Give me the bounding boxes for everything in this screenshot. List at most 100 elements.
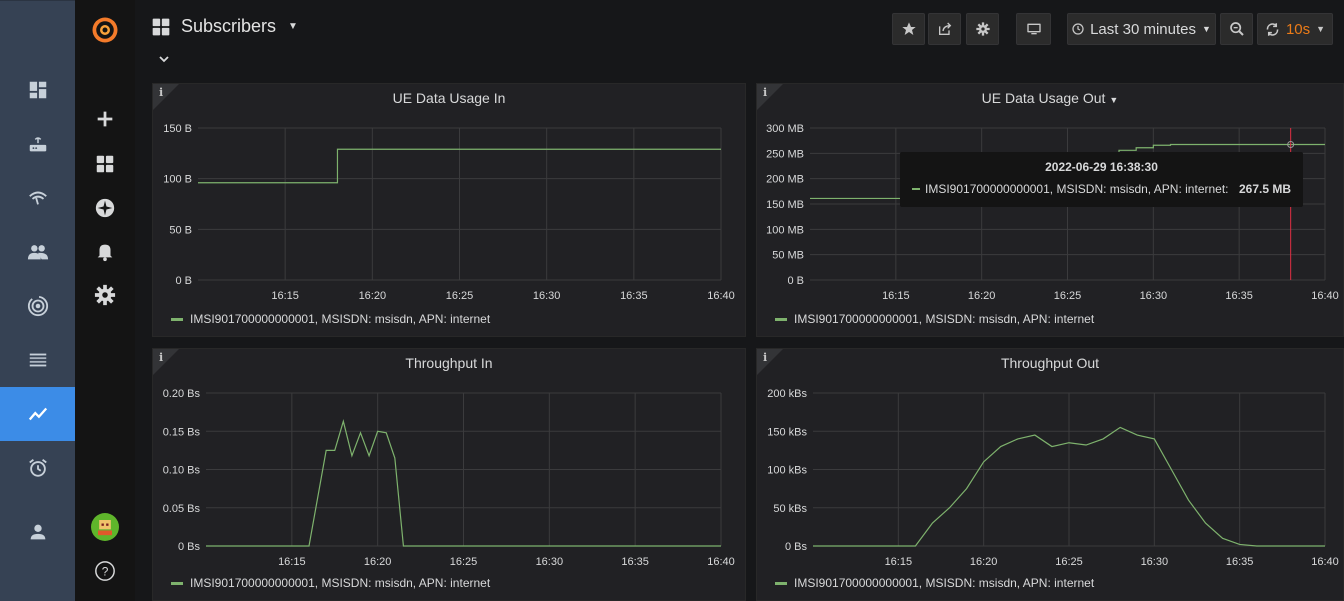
y-tick-label: 200 MB <box>766 174 804 186</box>
legend-swatch <box>775 317 787 321</box>
x-tick-label: 16:15 <box>271 290 299 302</box>
x-tick-label: 16:15 <box>885 556 913 568</box>
bell-icon[interactable] <box>75 231 135 271</box>
metrics-icon[interactable] <box>0 387 75 441</box>
legend-swatch <box>171 317 183 321</box>
panel-throughput-out: i Throughput Out 0 Bs 50 kBs 100 kBs 150 kB… <box>756 348 1344 601</box>
grafana-logo-icon[interactable] <box>75 10 135 50</box>
compass-icon[interactable] <box>75 188 135 228</box>
gear-icon[interactable] <box>75 275 135 315</box>
y-tick-label: 50 B <box>169 224 192 236</box>
refresh-button[interactable]: 10s ▼ <box>1257 13 1333 45</box>
legend-label: IMSI901700000000001, MSISDN: msisdn, APN… <box>190 576 491 590</box>
chart-ue-data-usage-in: 0 B 50 B 100 B 150 B 16:15 16:20 16:25 16:30 16:… <box>163 123 735 302</box>
grafana-sidemenu: ? <box>75 0 135 601</box>
time-range-label: Last 30 minutes <box>1090 20 1196 38</box>
y-tick-label: 150 B <box>163 123 192 135</box>
antenna-icon[interactable] <box>0 279 75 333</box>
tooltip-time: 2022-06-29 16:38:30 <box>1045 160 1158 174</box>
y-tick-label: 300 MB <box>766 123 804 135</box>
tooltip-series: IMSI901700000000001, MSISDN: msisdn, APN… <box>925 182 1229 196</box>
chart-ue-data-usage-out: 0 B 50 MB 100 MB 150 MB 200 MB 250 MB 300 MB 16… <box>766 123 1339 302</box>
y-tick-label: 100 kBs <box>767 465 807 477</box>
app-sidebar <box>0 0 75 601</box>
alarm-icon[interactable] <box>0 441 75 495</box>
chart-throughput-in: 0 Bs 0.05 Bs 0.10 Bs 0.15 Bs 0.20 Bs 16:15 16:… <box>163 388 735 568</box>
legend-item[interactable]: IMSI901700000000001, MSISDN: msisdn, APN… <box>171 312 490 326</box>
monitor-icon <box>1026 23 1041 35</box>
dashboard-title-picker[interactable]: Subscribers ▼ <box>151 16 298 37</box>
x-tick-label: 16:35 <box>1225 290 1253 302</box>
y-tick-label: 0.10 Bs <box>163 465 201 477</box>
x-tick-label: 16:35 <box>1226 556 1254 568</box>
legend-swatch <box>171 581 183 585</box>
person-icon[interactable] <box>0 505 75 559</box>
legend-item[interactable]: IMSI901700000000001, MSISDN: msisdn, APN… <box>775 576 1094 590</box>
clock-icon <box>1072 23 1084 35</box>
y-tick-label: 0.05 Bs <box>163 503 201 515</box>
tv-mode-button[interactable] <box>1016 13 1051 45</box>
panel-throughput-in: i Throughput In 0 Bs 0.05 Bs 0.10 Bs 0.15 B… <box>152 348 746 601</box>
y-tick-label: 0 Bs <box>178 541 201 553</box>
y-tick-label: 0 Bs <box>785 541 808 553</box>
y-tick-label: 50 kBs <box>773 503 807 515</box>
legend-label: IMSI901700000000001, MSISDN: msisdn, APN… <box>794 576 1095 590</box>
legend-label: IMSI901700000000001, MSISDN: msisdn, APN… <box>190 312 491 326</box>
x-tick-label: 16:20 <box>968 290 996 302</box>
legend-label: IMSI901700000000001, MSISDN: msisdn, APN… <box>794 312 1095 326</box>
y-tick-label: 50 MB <box>772 250 804 262</box>
help-icon[interactable]: ? <box>75 551 135 591</box>
page-title: Subscribers <box>181 16 277 36</box>
wifi-icon[interactable] <box>0 171 75 225</box>
tooltip-value: 267.5 MB <box>1238 182 1291 196</box>
y-tick-label: 150 kBs <box>767 426 807 438</box>
y-tick-label: 0.15 Bs <box>163 426 201 438</box>
x-tick-label: 16:20 <box>364 556 392 568</box>
y-tick-label: 250 MB <box>766 148 804 160</box>
x-tick-label: 16:40 <box>707 290 735 302</box>
y-tick-label: 200 kBs <box>767 388 807 400</box>
router-icon[interactable] <box>0 117 75 171</box>
legend-item[interactable]: IMSI901700000000001, MSISDN: msisdn, APN… <box>171 576 490 590</box>
legend-item[interactable]: IMSI901700000000001, MSISDN: msisdn, APN… <box>775 312 1094 326</box>
x-tick-label: 16:20 <box>359 290 387 302</box>
x-tick-label: 16:40 <box>1311 556 1339 568</box>
x-tick-label: 16:15 <box>882 290 910 302</box>
refresh-interval-label: 10s <box>1285 20 1311 38</box>
gear-icon <box>975 22 990 36</box>
dashboard-icon[interactable] <box>0 63 75 117</box>
caret-down-icon: ▼ <box>288 21 298 32</box>
svg-text:?: ? <box>102 565 109 579</box>
x-tick-label: 16:25 <box>446 290 474 302</box>
dashboards-icon[interactable] <box>75 144 135 184</box>
chart-throughput-out: 0 Bs 50 kBs 100 kBs 150 kBs 200 kBs 16:15 16:2… <box>767 388 1339 568</box>
x-tick-label: 16:25 <box>1054 290 1082 302</box>
legend-swatch <box>775 581 787 585</box>
x-tick-label: 16:30 <box>1140 290 1168 302</box>
plus-icon[interactable] <box>75 99 135 139</box>
dashboard-navbar: Subscribers ▼ Last 30 minutes ▼ 10s ▼ <box>135 0 1344 80</box>
x-tick-label: 16:40 <box>707 556 735 568</box>
zoom-out-button[interactable] <box>1220 13 1253 45</box>
app-window: ? Subscribers ▼ Last 30 minutes ▼ 10s ▼ … <box>0 0 1344 601</box>
y-tick-label: 0 B <box>787 275 804 287</box>
share-button[interactable] <box>928 13 961 45</box>
x-tick-label: 16:35 <box>621 556 649 568</box>
panel-ue-data-usage-out: i UE Data Usage Out ▼ 0 B 50 MB 100 MB 150 M… <box>756 83 1344 337</box>
x-tick-label: 16:25 <box>1055 556 1083 568</box>
y-tick-label: 150 MB <box>766 199 804 211</box>
x-tick-label: 16:30 <box>536 556 564 568</box>
people-icon[interactable] <box>0 225 75 279</box>
star-button[interactable] <box>892 13 925 45</box>
user-avatar-icon[interactable] <box>75 507 135 547</box>
caret-down-icon: ▼ <box>1201 24 1211 34</box>
settings-button[interactable] <box>966 13 999 45</box>
table-icon[interactable] <box>0 333 75 387</box>
tooltip-swatch <box>912 188 920 190</box>
y-tick-label: 100 MB <box>766 224 804 236</box>
refresh-icon <box>1266 22 1279 36</box>
chevron-down-icon[interactable] <box>157 52 171 66</box>
x-tick-label: 16:35 <box>620 290 648 302</box>
time-picker-button[interactable]: Last 30 minutes ▼ <box>1067 13 1216 45</box>
x-tick-label: 16:40 <box>1311 290 1339 302</box>
